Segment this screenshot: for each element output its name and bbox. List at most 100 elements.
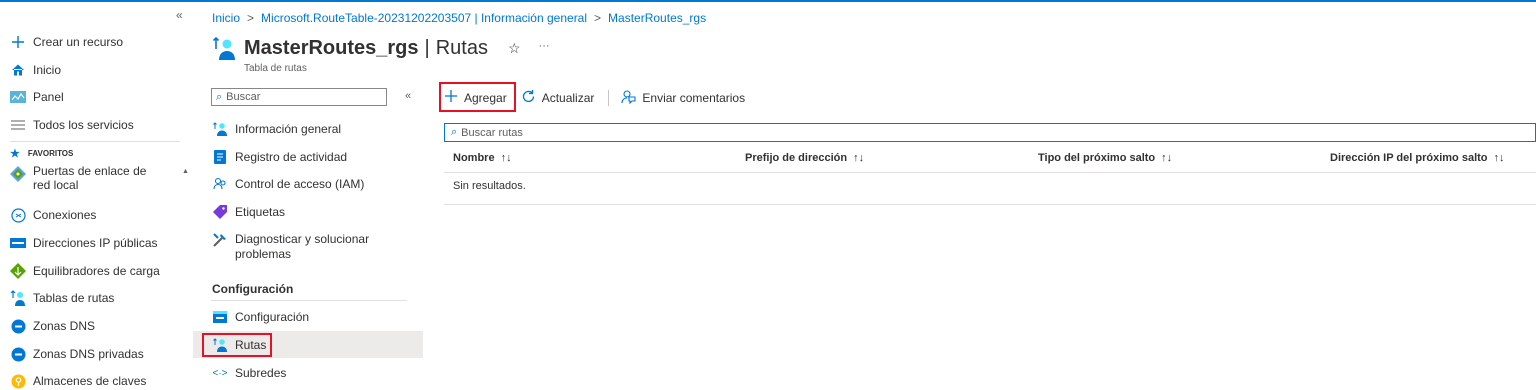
home-icon (10, 62, 26, 78)
route-table-icon (10, 290, 26, 306)
search-placeholder: Buscar (226, 91, 261, 103)
portal-left-nav: « Crear un recurso Inicio Panel Todos lo… (0, 2, 193, 390)
feedback-icon (621, 89, 636, 108)
diagnose-icon (213, 233, 227, 247)
dns-zone-icon (10, 318, 26, 334)
configuration-icon (213, 310, 227, 324)
favorites-header: ★ FAVORITOS (10, 147, 73, 160)
command-separator (608, 90, 610, 106)
private-dns-icon (10, 346, 26, 362)
sort-icon: ↑↓ (853, 152, 865, 164)
nav-item-label: Panel (33, 90, 64, 104)
menu-section-configuration: Configuración (212, 282, 294, 296)
menu-item-label: Control de acceso (IAM) (235, 177, 365, 191)
connections-icon (10, 207, 26, 223)
breadcrumb-resource-group-link[interactable]: Microsoft.RouteTable-20231202203507 | In… (261, 11, 587, 25)
breadcrumb: Inicio > Microsoft.RouteTable-2023120220… (212, 11, 706, 25)
scroll-up-arrow-icon[interactable]: ▲ (182, 168, 189, 175)
menu-item-label: Registro de actividad (235, 150, 348, 164)
nav-item-private-dns-zones[interactable]: Zonas DNS privadas (10, 344, 144, 364)
load-balancer-icon (10, 263, 26, 279)
column-header-next-hop-ip[interactable]: Dirección IP del próximo salto ↑↓ (1330, 152, 1505, 164)
nav-item-dns-zones[interactable]: Zonas DNS (10, 316, 95, 336)
menu-item-tags[interactable]: Etiquetas (193, 199, 423, 225)
nav-item-label: Conexiones (33, 208, 97, 222)
menu-item-overview[interactable]: Información general (193, 116, 423, 142)
nav-item-local-network-gateways[interactable]: Puertas de enlace de red local (10, 164, 158, 198)
nav-divider (10, 141, 180, 142)
refresh-button[interactable]: Actualizar (521, 89, 595, 108)
plus-icon (10, 34, 26, 50)
more-options-icon[interactable]: ··· (539, 40, 550, 57)
feedback-button-label: Enviar comentarios (642, 91, 746, 105)
menu-section-divider (211, 300, 407, 301)
favorites-star-icon: ★ (10, 148, 20, 160)
nav-item-label: Zonas DNS privadas (33, 347, 144, 361)
nav-item-label: Todos los servicios (33, 118, 134, 132)
breadcrumb-home-link[interactable]: Inicio (212, 11, 240, 25)
table-header-divider (444, 172, 1536, 173)
nav-item-label: Tablas de rutas (33, 291, 115, 305)
favorite-star-icon[interactable]: ☆ (508, 40, 521, 57)
resource-menu-search-input[interactable]: ⌕ Buscar (211, 88, 387, 106)
nav-item-dashboard[interactable]: Panel (10, 87, 64, 107)
nav-item-load-balancers[interactable]: Equilibradores de carga (10, 261, 160, 281)
nav-item-home[interactable]: Inicio (10, 60, 61, 80)
nav-item-label: Direcciones IP públicas (33, 236, 158, 250)
breadcrumb-current-link[interactable]: MasterRoutes_rgs (608, 11, 706, 25)
menu-item-diagnose[interactable]: Diagnosticar y solucionar problemas (193, 228, 423, 264)
feedback-button[interactable]: Enviar comentarios (621, 89, 745, 108)
nav-item-label: Puertas de enlace de red local (33, 164, 147, 192)
menu-item-label: Configuración (235, 310, 310, 324)
search-icon: ⌕ (451, 126, 458, 138)
iam-icon (213, 177, 227, 191)
dashboard-icon (10, 89, 26, 105)
key-vault-icon (10, 373, 26, 389)
refresh-icon (521, 89, 536, 108)
highlight-box-routes (202, 333, 272, 357)
nav-item-all-services[interactable]: Todos los servicios (10, 115, 134, 135)
nav-item-public-ip[interactable]: Direcciones IP públicas (10, 233, 158, 253)
table-row-divider (444, 204, 1536, 205)
subnets-icon: <·> (212, 367, 228, 379)
routes-search-input[interactable]: ⌕ Buscar rutas (444, 123, 1536, 142)
column-header-next-hop-type[interactable]: Tipo del próximo salto ↑↓ (1038, 152, 1172, 164)
nav-item-create-resource[interactable]: Crear un recurso (10, 32, 123, 52)
nav-item-label: Almacenes de claves (33, 374, 147, 388)
menu-collapse-button[interactable]: « (405, 90, 411, 102)
nav-item-connections[interactable]: Conexiones (10, 205, 96, 225)
column-header-name[interactable]: Nombre ↑↓ (453, 152, 512, 164)
column-header-address-prefix[interactable]: Prefijo de dirección ↑↓ (745, 152, 864, 164)
resource-name: MasterRoutes_rgs (244, 36, 419, 59)
resource-type-subtitle: Tabla de rutas (244, 63, 307, 74)
nav-item-label: Crear un recurso (33, 35, 124, 49)
breadcrumb-separator: > (594, 11, 602, 25)
menu-item-label: Subredes (235, 366, 287, 380)
favorites-label: FAVORITOS (27, 149, 74, 158)
search-icon: ⌕ (216, 90, 223, 103)
nav-item-route-tables[interactable]: Tablas de rutas (10, 288, 114, 308)
column-header-label: Dirección IP del próximo salto (1330, 152, 1488, 164)
nav-item-key-vaults[interactable]: Almacenes de claves (10, 371, 146, 390)
menu-item-label: Etiquetas (235, 205, 286, 219)
menu-item-configuration[interactable]: Configuración (193, 304, 423, 330)
menu-item-label: Diagnosticar y solucionar problemas (235, 232, 370, 261)
blade-section-name: Rutas (435, 36, 488, 59)
nav-collapse-button[interactable]: « (176, 8, 183, 22)
menu-item-label: Información general (235, 122, 342, 136)
menu-item-activity-log[interactable]: Registro de actividad (193, 144, 423, 170)
column-header-label: Prefijo de dirección (745, 152, 848, 164)
nav-item-label: Equilibradores de carga (33, 264, 160, 278)
empty-results-text: Sin resultados. (453, 180, 526, 192)
menu-item-subnets[interactable]: <·> Subredes (193, 360, 423, 386)
sort-icon: ↑↓ (1161, 152, 1173, 164)
refresh-button-label: Actualizar (541, 91, 595, 105)
activity-log-icon (213, 150, 227, 164)
page-title: MasterRoutes_rgs | Rutas (244, 37, 488, 60)
column-header-label: Tipo del próximo salto (1038, 152, 1156, 164)
title-pipe: | (424, 36, 430, 59)
menu-item-iam[interactable]: Control de acceso (IAM) (193, 171, 423, 197)
overview-icon (213, 122, 227, 136)
list-icon (10, 117, 26, 133)
column-header-label: Nombre (453, 152, 495, 164)
